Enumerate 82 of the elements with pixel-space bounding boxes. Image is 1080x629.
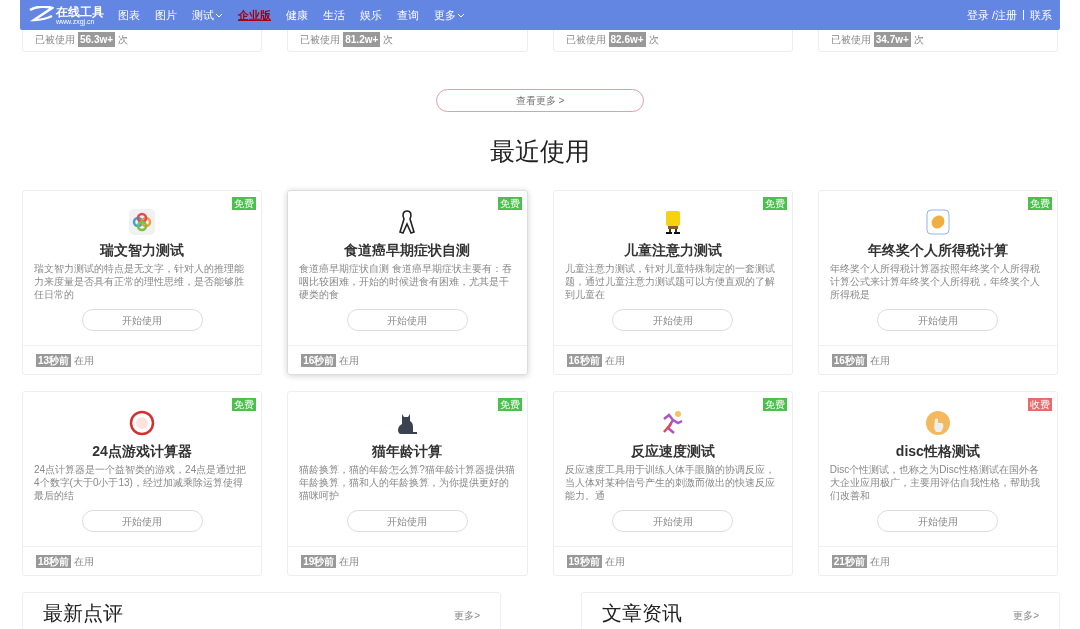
nav-link[interactable]: 企业版 <box>238 6 271 24</box>
price-tag: 收费 <box>1028 398 1052 411</box>
panel-title: 文章资讯 <box>602 601 682 626</box>
card-title: 儿童注意力测试 <box>622 241 723 259</box>
status-label: 在用 <box>869 353 890 368</box>
card-description: 瑞文智力测试的特点是无文字，针对人的推理能力来度量是否具有正常的理性思维，是否能够胜任日常的 <box>33 262 245 301</box>
nav-link[interactable]: 测试 <box>192 6 223 24</box>
usage-suffix: 次 <box>648 33 659 47</box>
status-label: 在用 <box>74 554 95 569</box>
card-title: 食道癌早期症状自测 <box>343 241 472 259</box>
logo-text: 在线工具 <box>56 5 104 18</box>
time-badge: 21秒前 <box>831 554 867 568</box>
usage-suffix: 次 <box>913 33 924 47</box>
tool-card[interactable]: 收费 disc性格测试 Disc个性测试，也称之为Disc性格测试在国外各大企业应用极广，主要用评估自我性格，帮助我们改善和 开始使用 21秒前 在用 <box>817 391 1058 576</box>
hand-icon <box>924 410 951 436</box>
nav-link[interactable]: 图片 <box>155 6 177 24</box>
logo-icon <box>28 6 54 24</box>
card-description: Disc个性测试，也称之为Disc性格测试在国外各大企业应用极广，主要用评估自我性格，帮助我们改善和 <box>828 463 1041 502</box>
card-description: 年终奖个人所得税计算器按照年终奖个人所得税计算公式来计算年终奖个人所得税，年终奖个人所得税是 <box>828 262 1041 301</box>
usage-label: 已被使用 <box>35 33 75 47</box>
tool-card[interactable]: 免费 反应速度测试 反应速度工具用于训练人体手眼脑的协调反应，当人体对某种信号产生的刺激而做出的快速反应能力。通 开始使用 19秒前 在用 <box>552 391 793 576</box>
time-badge: 13秒前 <box>36 353 72 367</box>
price-tag: 免费 <box>232 197 257 210</box>
usage-label: 已被使用 <box>565 33 606 47</box>
status-label: 在用 <box>74 353 95 368</box>
card-description: 24点计算器是一个益智类的游戏，24点是通过把4个数字(大于0小于13)，经过加减乘除运算使得最后的结 <box>33 463 248 502</box>
card-title: 年终奖个人所得税计算 <box>866 241 1009 259</box>
time-badge: 19秒前 <box>566 554 602 568</box>
tool-card[interactable]: 免费 瑞文智力测试 瑞文智力测试的特点是无文字，针对人的推理能力来度量是否具有正常的理性思维，是否能够胜任日常的 开始使用 13秒前 在用 <box>22 190 263 375</box>
tool-card[interactable]: 免费 年终奖个人所得税计算 年终奖个人所得税计算器按照年终奖个人所得税计算公式来计算年终奖个人所得税，年终奖个人所得税是 开始使用 16秒前 在用 <box>817 190 1058 375</box>
status-label: 在用 <box>869 554 890 569</box>
tool-card[interactable]: 免费 24点游戏计算器 24点计算器是一个益智类的游戏，24点是通过把4个数字(大于0小于13)，经过加减乘除运算使得最后的结 开始使用 18秒前 在用 <box>22 391 263 576</box>
card-description: 猫龄换算，猫的年龄怎么算?猫年龄计算器提供猫年龄换算，猫和人的年龄换算，为你提供更好的猫咪呵护 <box>298 463 516 502</box>
card-title: 瑞文智力测试 <box>98 241 186 259</box>
price-tag: 免费 <box>762 197 787 210</box>
usage-label: 已被使用 <box>830 33 871 47</box>
time-badge: 18秒前 <box>36 554 72 568</box>
more-link[interactable]: 更多> <box>454 609 480 629</box>
price-tag: 免费 <box>762 398 787 411</box>
usage-count: 56.3w+ <box>78 32 116 47</box>
card-description: 儿童注意力测试，针对儿童特殊制定的一套测试题，通过儿童注意力测试题可以方便直观的了解到儿童在 <box>563 262 776 301</box>
time-badge: 16秒前 <box>831 353 867 367</box>
card-title: 反应速度测试 <box>629 442 716 460</box>
nav-link[interactable]: 更多 <box>434 6 465 24</box>
card-description: 食道癌早期症状自测 食道癌早期症状主要有：吞咽比较困难，开始的时候进食有困难，尤其是干硬类的食 <box>298 262 514 301</box>
tool-card[interactable]: 免费 儿童注意力测试 儿童注意力测试，针对儿童特殊制定的一套测试题，通过儿童注意力测试题可以方便直观的了解到儿童在 开始使用 16秒前 在用 <box>552 190 793 375</box>
usage-count: 81.2w+ <box>343 32 381 47</box>
nav-link[interactable]: 娱乐 <box>360 6 382 24</box>
usage-label: 已被使用 <box>300 33 341 47</box>
usage-count: 82.6w+ <box>608 32 646 47</box>
nav-link[interactable]: 查询 <box>397 6 419 24</box>
chevron-down-icon <box>457 11 465 19</box>
price-tag: 免费 <box>497 398 522 411</box>
time-badge: 16秒前 <box>301 353 337 367</box>
panel-title: 最新点评 <box>43 601 123 626</box>
price-tag: 免费 <box>1028 197 1052 210</box>
price-tag: 免费 <box>232 398 257 411</box>
status-label: 在用 <box>604 554 625 569</box>
card-title: disc性格测试 <box>894 442 981 460</box>
nav-link[interactable]: 生活 <box>323 6 345 24</box>
nav-link[interactable]: 图表 <box>118 6 140 24</box>
contact-link[interactable]: 联系 <box>1030 6 1052 24</box>
chevron-down-icon <box>215 11 223 19</box>
price-tag: 免费 <box>497 197 522 210</box>
usage-suffix: 次 <box>118 33 129 47</box>
time-badge: 16秒前 <box>566 353 602 367</box>
more-link[interactable]: 更多> <box>1013 609 1039 629</box>
status-label: 在用 <box>604 353 625 368</box>
section-title: 最近使用 <box>489 136 591 167</box>
tool-card[interactable]: 免费 猫年龄计算 猫龄换算，猫的年龄怎么算?猫年龄计算器提供猫年龄换算，猫和人的年龄换算，为你提供更好的猫咪呵护 开始使用 19秒前 在用 <box>287 391 528 576</box>
login-link[interactable]: 登录 /注册 <box>966 6 1017 24</box>
status-label: 在用 <box>339 353 360 368</box>
usage-suffix: 次 <box>383 33 394 47</box>
card-description: 反应速度工具用于训练人体手眼脑的协调反应，当人体对某种信号产生的刺激而做出的快速反应能力。通 <box>563 463 776 502</box>
time-badge: 19秒前 <box>301 554 337 568</box>
card-title: 24点游戏计算器 <box>91 442 193 460</box>
usage-count: 34.7w+ <box>873 32 911 47</box>
card-title: 猫年龄计算 <box>371 442 444 460</box>
tool-card[interactable]: 免费 食道癌早期症状自测 食道癌早期症状自测 食道癌早期症状主要有：吞咽比较困难，开始的时候进食有困难，尤其是干硬类的食 开始使用 16秒前 在用 <box>287 190 528 375</box>
status-label: 在用 <box>339 554 360 569</box>
knot-icon <box>129 209 156 235</box>
nav-link[interactable]: 健康 <box>286 6 308 24</box>
